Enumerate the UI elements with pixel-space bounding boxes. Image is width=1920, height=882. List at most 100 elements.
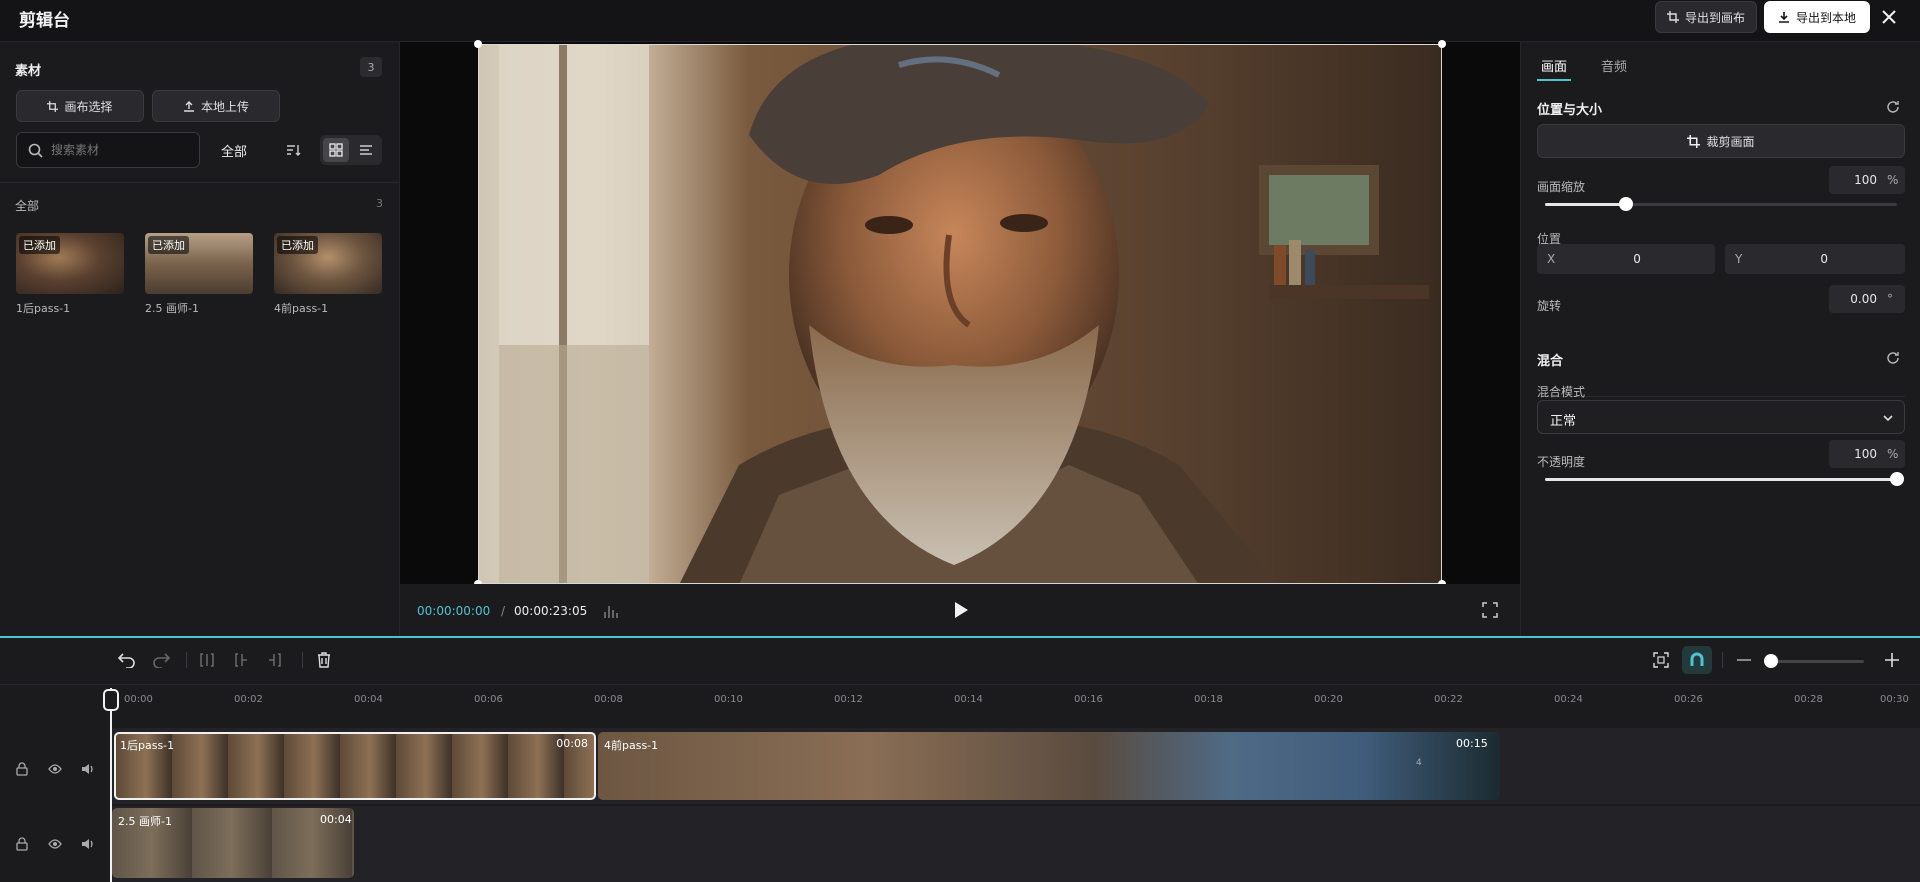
eye-icon[interactable]	[48, 763, 62, 775]
position-x-input[interactable]: X 0	[1537, 244, 1715, 274]
zoom-slider[interactable]	[1764, 654, 1864, 668]
reset-icon[interactable]	[1886, 100, 1900, 114]
group-count: 3	[376, 197, 383, 210]
delete-icon[interactable]	[317, 652, 331, 668]
fullscreen-icon[interactable]	[1482, 602, 1498, 618]
clip-duration: 00:04	[320, 813, 352, 826]
trim-left-icon[interactable]	[234, 653, 248, 667]
undo-icon[interactable]	[118, 652, 136, 668]
fit-view-icon[interactable]	[1653, 652, 1669, 668]
magnet-snap-icon[interactable]	[1682, 646, 1712, 674]
crop-icon	[1687, 134, 1701, 148]
x-label: X	[1547, 252, 1556, 266]
rotation-unit: °	[1887, 292, 1893, 306]
material-name: 4前pass-1	[274, 302, 329, 315]
timeline-clip[interactable]: 4前pass-1 00:15 4	[598, 732, 1500, 800]
time-separator: /	[501, 604, 506, 618]
time-ruler[interactable]: 00:00 00:02 00:04 00:06 00:08 00:10 00:1…	[0, 685, 1920, 711]
divider	[302, 652, 303, 668]
material-item[interactable]: 已添加 4前pass-1	[274, 233, 382, 316]
zoom-in-icon[interactable]	[1884, 652, 1900, 668]
clip-name: 1后pass-1	[120, 739, 175, 752]
scale-label: 画面缩放	[1537, 180, 1586, 194]
scale-slider-fill	[1545, 203, 1626, 206]
blend-mode-select[interactable]: 正常	[1537, 400, 1905, 434]
volume-icon[interactable]	[81, 837, 95, 851]
export-to-canvas-button[interactable]: 导出到画布	[1655, 1, 1757, 33]
scale-input[interactable]: 100 %	[1829, 166, 1905, 194]
timeline-clip[interactable]: 1后pass-1 00:08	[114, 732, 596, 800]
opacity-input[interactable]: 100 %	[1829, 440, 1905, 468]
preview-image	[479, 45, 1441, 583]
filter-all-dropdown[interactable]: 全部	[221, 141, 247, 160]
x-value: 0	[1633, 252, 1641, 266]
tick-label: 00:30	[1880, 694, 1909, 705]
view-toggle	[320, 135, 382, 165]
track-headers	[0, 728, 110, 882]
close-icon[interactable]	[1879, 7, 1899, 27]
scale-value: 100	[1854, 173, 1877, 187]
resize-handle[interactable]	[474, 40, 482, 48]
tick-label: 00:06	[474, 694, 503, 705]
tick-label: 00:22	[1434, 694, 1463, 705]
local-upload-button[interactable]: 本地上传	[152, 90, 280, 122]
timeline-clip[interactable]: 2.5 画师-1 00:04	[112, 808, 354, 878]
position-y-input[interactable]: Y 0	[1725, 244, 1905, 274]
tick-label: 00:20	[1314, 694, 1343, 705]
preview-area	[400, 40, 1520, 588]
tick-label: 00:26	[1674, 694, 1703, 705]
volume-icon[interactable]	[81, 762, 95, 776]
tick-label: 00:08	[594, 694, 623, 705]
app-title: 剪辑台	[19, 11, 70, 31]
play-icon[interactable]	[953, 601, 969, 619]
zoom-out-icon[interactable]	[1737, 659, 1751, 661]
rotation-input[interactable]: 0.00 °	[1829, 285, 1905, 313]
opacity-slider-knob[interactable]	[1890, 472, 1904, 486]
material-thumbnail: 已添加	[274, 233, 382, 294]
scale-slider[interactable]	[1545, 197, 1897, 211]
preview-frame[interactable]	[478, 44, 1442, 584]
split-icon[interactable]	[200, 653, 214, 667]
canvas-select-button[interactable]: 画布选择	[16, 90, 144, 122]
tab-picture[interactable]: 画面	[1541, 56, 1567, 75]
redo-icon[interactable]	[152, 652, 170, 668]
playhead[interactable]	[110, 688, 112, 882]
zoom-slider-knob[interactable]	[1764, 654, 1778, 668]
audio-levels-icon	[603, 602, 621, 620]
crop-icon	[1666, 11, 1679, 23]
material-item[interactable]: 已添加 1后pass-1	[16, 233, 124, 316]
crop-picture-button[interactable]: 裁剪画面	[1537, 124, 1905, 158]
grid-view-icon[interactable]	[323, 138, 349, 162]
tick-label: 00:10	[714, 694, 743, 705]
export-to-local-label: 导出到本地	[1795, 10, 1856, 25]
playhead-handle[interactable]	[103, 689, 119, 711]
scale-slider-knob[interactable]	[1619, 197, 1633, 211]
lock-icon[interactable]	[16, 762, 28, 776]
search-icon	[28, 143, 43, 158]
added-badge: 已添加	[19, 236, 60, 254]
search-box[interactable]	[16, 132, 200, 168]
opacity-slider[interactable]	[1545, 472, 1904, 486]
list-view-icon[interactable]	[353, 138, 379, 162]
resize-handle[interactable]	[1438, 40, 1446, 48]
blend-title: 混合	[1537, 354, 1564, 369]
divider	[1537, 396, 1905, 397]
eye-icon[interactable]	[48, 838, 62, 850]
crop-picture-label: 裁剪画面	[1706, 134, 1755, 149]
clip-name: 2.5 画师-1	[118, 815, 172, 828]
reset-icon[interactable]	[1886, 351, 1900, 365]
tick-label: 00:02	[234, 694, 263, 705]
group-label: 全部	[15, 199, 40, 213]
sort-icon[interactable]	[285, 142, 301, 158]
material-name: 1后pass-1	[16, 302, 71, 315]
lock-icon[interactable]	[16, 837, 28, 851]
export-to-local-button[interactable]: 导出到本地	[1764, 1, 1870, 33]
scale-unit: %	[1887, 173, 1899, 187]
position-size-title: 位置与大小	[1537, 103, 1603, 118]
trim-right-icon[interactable]	[268, 653, 282, 667]
properties-panel: 画面 音频 位置与大小 裁剪画面 画面缩放 100 % 位置 X 0 Y 0 旋…	[1520, 42, 1920, 636]
tick-label: 00:24	[1554, 694, 1583, 705]
tab-audio[interactable]: 音频	[1601, 56, 1627, 75]
material-item[interactable]: 已添加 2.5 画师-1	[145, 233, 253, 316]
search-input[interactable]	[51, 140, 191, 160]
